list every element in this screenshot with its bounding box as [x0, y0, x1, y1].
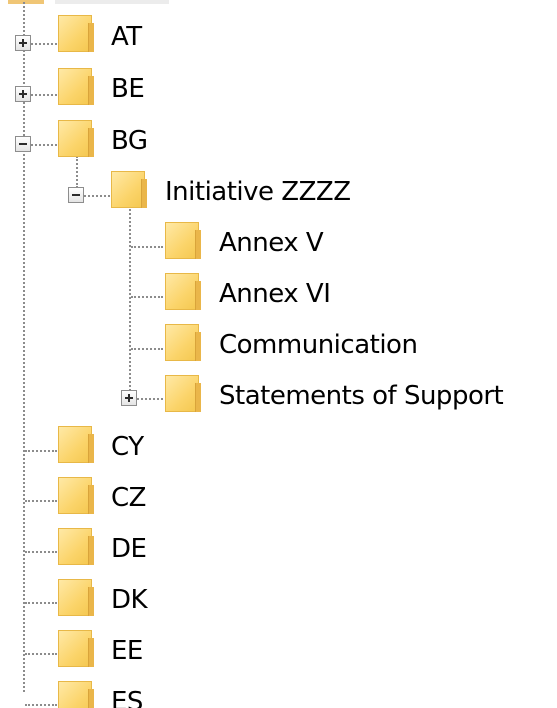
connector	[25, 450, 57, 452]
bg-connector-line	[76, 156, 78, 188]
node-label[interactable]: Statements of Support	[219, 380, 504, 412]
expand-toggle-icon[interactable]	[15, 35, 31, 51]
node-label[interactable]: DK	[111, 584, 148, 616]
connector	[31, 94, 57, 96]
connector	[131, 246, 163, 248]
node-label[interactable]: Annex V	[219, 227, 324, 259]
folder-icon	[58, 68, 94, 106]
folder-icon	[165, 222, 201, 260]
root-connector-line	[23, 2, 25, 692]
node-label[interactable]: BG	[111, 125, 148, 157]
folder-icon	[58, 120, 94, 158]
folder-icon	[111, 171, 147, 209]
connector	[131, 296, 163, 298]
connector	[31, 43, 57, 45]
connector	[25, 602, 57, 604]
connector	[25, 653, 57, 655]
connector	[84, 195, 110, 197]
clipped-row-edge	[55, 0, 169, 4]
folder-icon	[58, 630, 94, 668]
node-label[interactable]: CZ	[111, 482, 146, 514]
collapse-toggle-icon[interactable]	[15, 136, 31, 152]
connector	[25, 500, 57, 502]
folder-tree-view[interactable]: AT BE BG Initiative ZZZZ Annex V Annex V…	[0, 0, 557, 708]
node-label[interactable]: ES	[111, 686, 143, 708]
folder-icon	[58, 426, 94, 464]
node-label[interactable]: AT	[111, 21, 142, 53]
folder-icon	[58, 477, 94, 515]
expand-toggle-icon[interactable]	[15, 86, 31, 102]
folder-icon	[58, 15, 94, 53]
initiative-connector-line	[129, 206, 131, 394]
node-label[interactable]: Annex VI	[219, 278, 331, 310]
connector	[25, 704, 57, 706]
folder-icon	[58, 528, 94, 566]
node-label[interactable]: BE	[111, 73, 145, 105]
collapse-toggle-icon[interactable]	[68, 187, 84, 203]
folder-icon	[58, 579, 94, 617]
clipped-row-highlight	[8, 0, 44, 4]
connector	[131, 348, 163, 350]
node-label[interactable]: Communication	[219, 329, 418, 361]
folder-icon	[58, 681, 94, 708]
expand-toggle-icon[interactable]	[121, 390, 137, 406]
node-label[interactable]: Initiative ZZZZ	[165, 176, 351, 208]
connector	[25, 551, 57, 553]
folder-icon	[165, 375, 201, 413]
folder-icon	[165, 324, 201, 362]
folder-icon	[165, 273, 201, 311]
node-label[interactable]: DE	[111, 533, 147, 565]
node-label[interactable]: EE	[111, 635, 143, 667]
node-label[interactable]: CY	[111, 431, 144, 463]
connector	[31, 144, 57, 146]
connector	[137, 398, 163, 400]
